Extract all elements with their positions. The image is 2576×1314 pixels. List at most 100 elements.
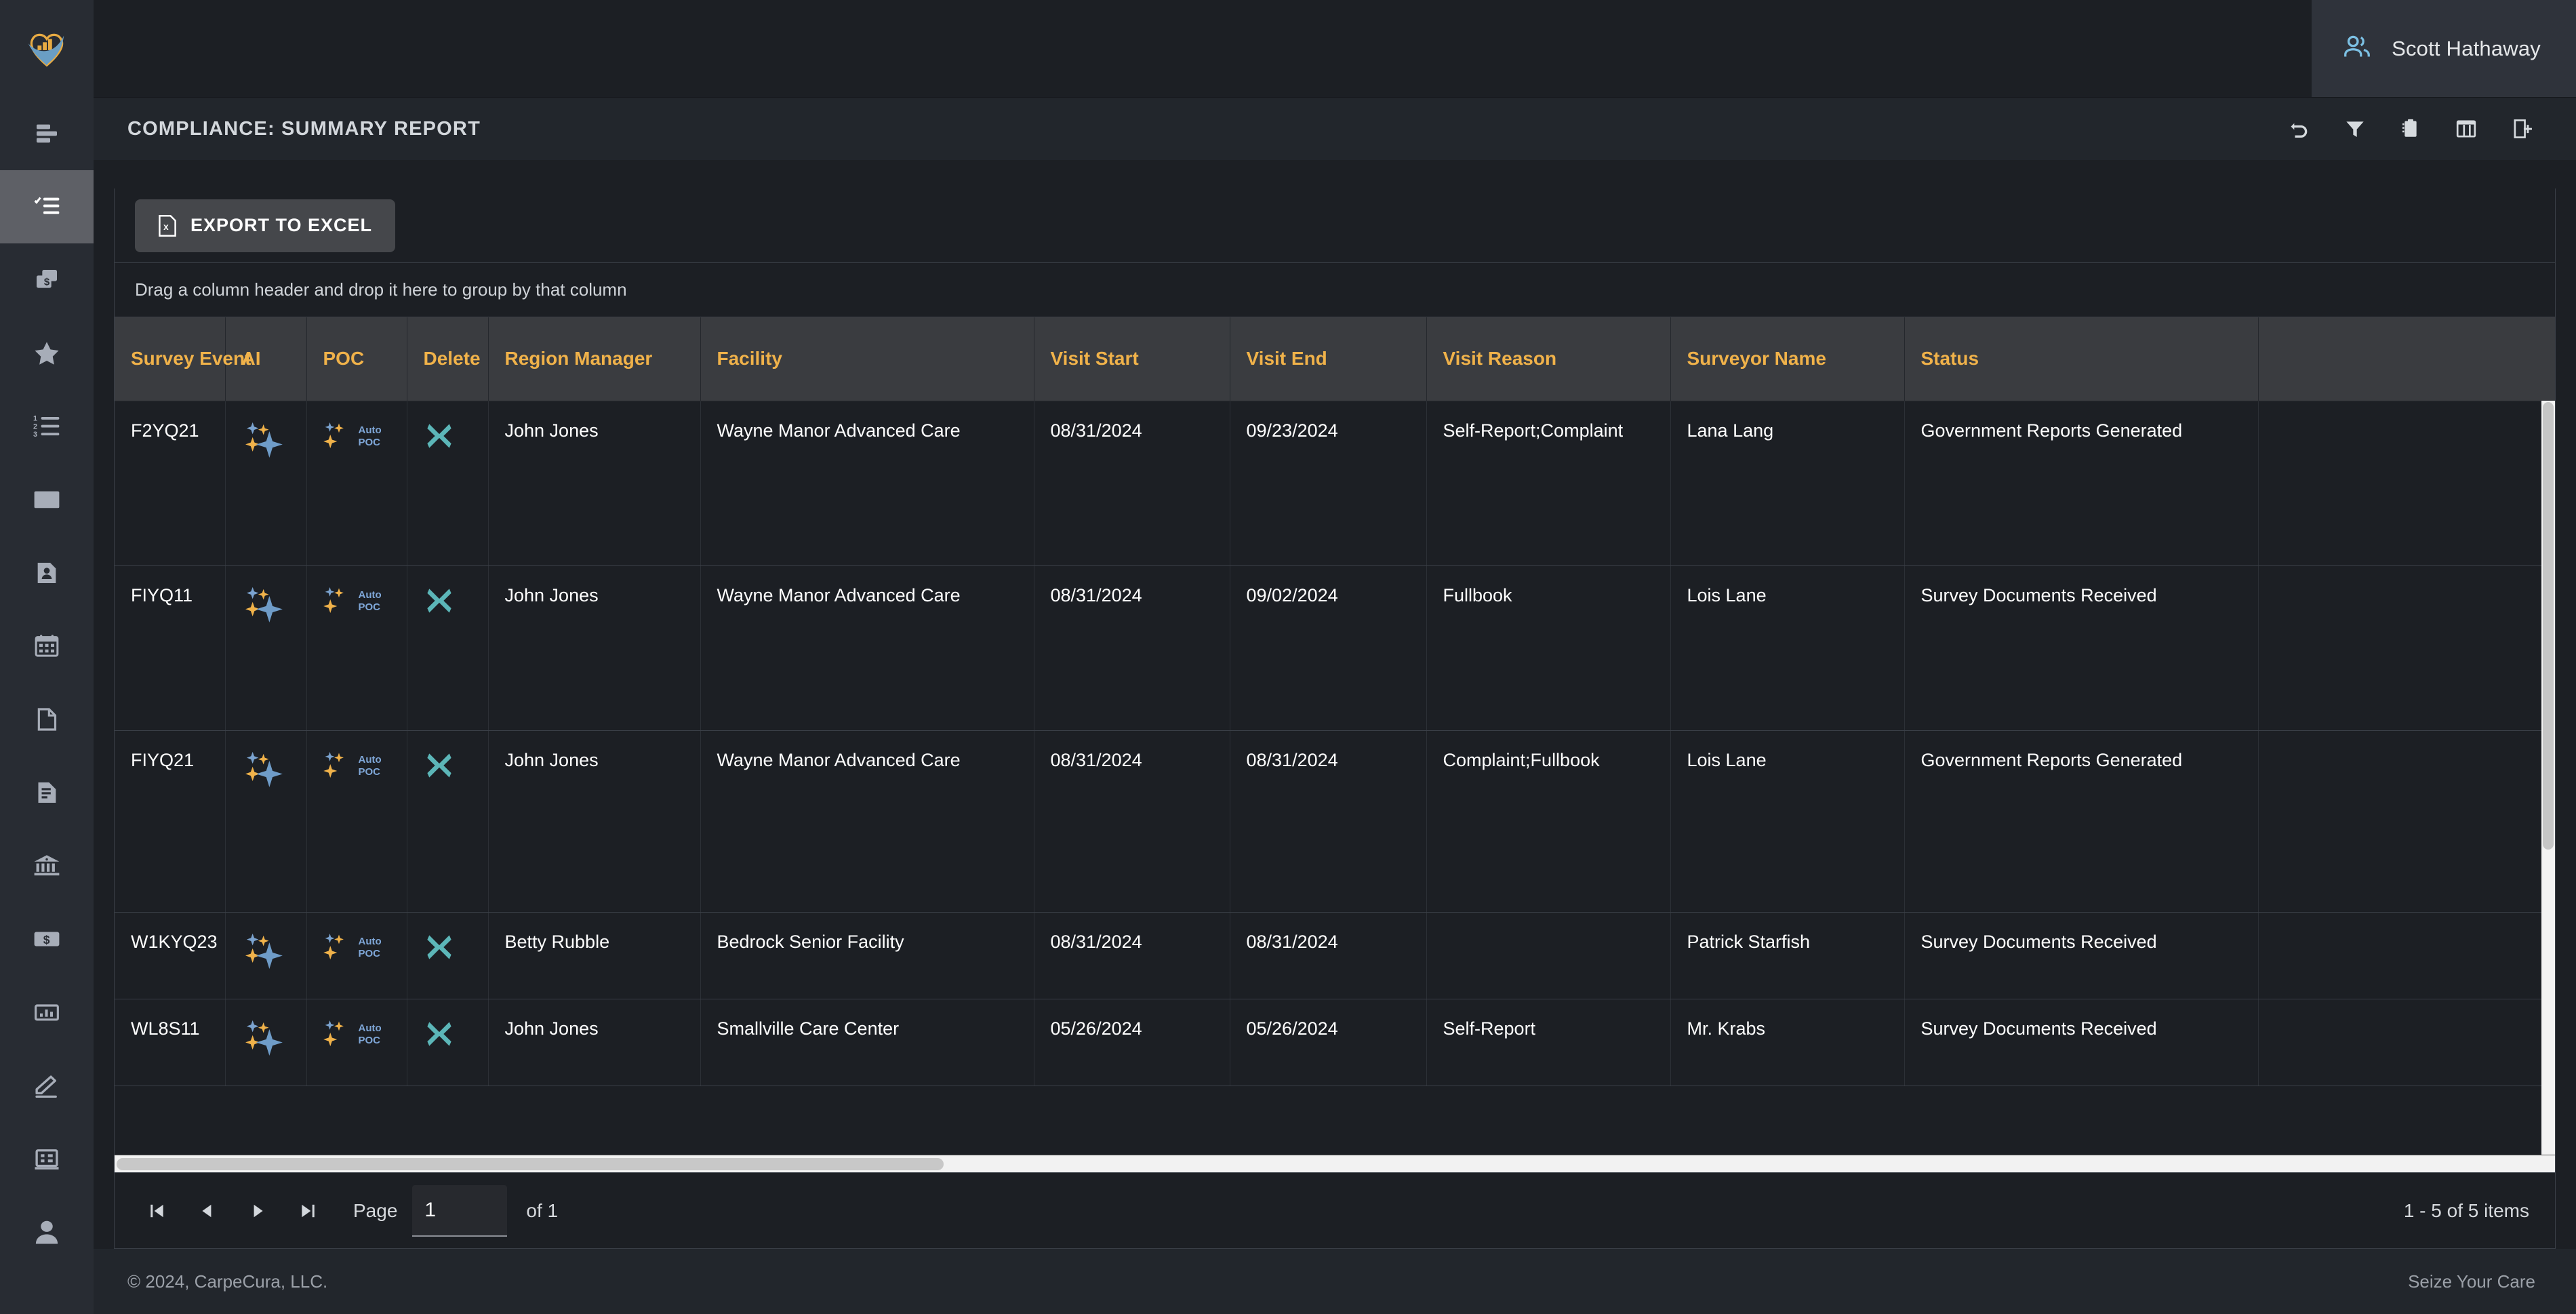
ai-sparkle-icon[interactable]	[242, 750, 291, 793]
grid-scroll-area: Survey Event AI POC Delete Region Manage…	[115, 317, 2555, 1155]
cell-facility: Wayne Manor Advanced Care	[700, 565, 1034, 731]
cell-ai[interactable]	[225, 912, 307, 999]
column-header-surveyor-name[interactable]: Surveyor Name	[1670, 317, 1905, 401]
table-button[interactable]	[2453, 115, 2480, 142]
ai-sparkle-icon[interactable]	[242, 1018, 291, 1062]
cell-poc[interactable]: Auto POC	[306, 912, 407, 999]
previous-page-icon	[202, 1204, 212, 1217]
sparkle-cluster	[245, 751, 283, 787]
column-header-visit-end[interactable]: Visit End	[1230, 317, 1427, 401]
sidebar-item-reports[interactable]	[0, 976, 94, 1049]
sidebar-item-blank-document[interactable]	[0, 683, 94, 756]
cell-ai[interactable]	[225, 730, 307, 913]
cell-poc[interactable]: Auto POC	[306, 730, 407, 913]
clipboard-icon	[2402, 119, 2417, 137]
sparkle-cluster	[245, 422, 283, 458]
ai-sparkle-icon[interactable]	[242, 932, 291, 975]
app-logo[interactable]	[0, 0, 94, 97]
sidebar-item-facilities[interactable]	[0, 1122, 94, 1195]
column-header-survey-event[interactable]: Survey Event	[115, 317, 251, 401]
cell-poc[interactable]: Auto POC	[306, 999, 407, 1086]
table-row[interactable]: FIYQ21 Auto POC John Jones Wayne Manor A…	[115, 730, 2555, 913]
pager: Page of 1 1 - 5 of 5 items	[115, 1172, 2555, 1248]
column-header-poc[interactable]: POC	[306, 317, 407, 401]
cell-filler	[2258, 565, 2555, 731]
sparkle-cluster-small	[323, 422, 344, 448]
cell-delete[interactable]	[407, 401, 489, 566]
cell-poc[interactable]: Auto POC	[306, 565, 407, 731]
delete-x-icon[interactable]	[424, 1018, 455, 1054]
x-mark	[426, 934, 451, 959]
sidebar-item-government[interactable]	[0, 829, 94, 902]
column-header-status[interactable]: Status	[1904, 317, 2259, 401]
cell-visit-end: 09/23/2024	[1230, 401, 1427, 566]
delete-x-icon[interactable]	[424, 750, 455, 786]
cell-delete[interactable]	[407, 730, 489, 913]
table-row[interactable]: W1KYQ23 Auto POC Betty Rubble Bedrock Se…	[115, 912, 2555, 999]
sidebar-item-mail[interactable]	[0, 463, 94, 536]
column-header-facility[interactable]: Facility	[700, 317, 1034, 401]
auto-poc-icon[interactable]: Auto POC	[323, 1018, 398, 1062]
first-page-button[interactable]	[132, 1186, 182, 1236]
sidebar-item-numbered-list[interactable]: 1 2 3	[0, 390, 94, 463]
sidebar-item-profile[interactable]	[0, 1195, 94, 1269]
column-header-visit-reason[interactable]: Visit Reason	[1426, 317, 1671, 401]
cell-survey-event: W1KYQ23	[115, 912, 226, 999]
cell-ai[interactable]	[225, 999, 307, 1086]
x-mark	[426, 753, 451, 778]
ai-sparkle-icon[interactable]	[242, 420, 291, 464]
add-document-button[interactable]	[2508, 115, 2535, 142]
pencil-icon	[35, 1075, 57, 1098]
cell-ai[interactable]	[225, 401, 307, 566]
sidebar-item-text-document[interactable]	[0, 756, 94, 829]
page-number-input[interactable]	[412, 1184, 508, 1237]
column-header-visit-start[interactable]: Visit Start	[1034, 317, 1230, 401]
table-row[interactable]: WL8S11 Auto POC John Jones Smallville Ca…	[115, 999, 2555, 1086]
delete-x-icon[interactable]	[424, 585, 455, 621]
delete-x-icon[interactable]	[424, 420, 455, 456]
cell-delete[interactable]	[407, 565, 489, 731]
auto-poc-icon[interactable]: Auto POC	[323, 932, 398, 975]
vertical-scrollbar[interactable]	[2541, 401, 2555, 1155]
sparkle-cluster-small	[323, 933, 344, 959]
vertical-scrollbar-thumb[interactable]	[2543, 402, 2554, 850]
sidebar-item-contacts[interactable]	[0, 536, 94, 610]
user-menu[interactable]: Scott Hathaway	[2312, 0, 2576, 97]
horizontal-scrollbar-thumb[interactable]	[117, 1158, 944, 1170]
cell-ai[interactable]	[225, 565, 307, 731]
report-card: x EXPORT TO EXCEL Drag a column header a…	[114, 188, 2556, 1249]
sidebar-item-signature[interactable]	[0, 1049, 94, 1122]
cell-poc[interactable]: Auto POC	[306, 401, 407, 566]
cell-visit-start: 08/31/2024	[1034, 730, 1230, 913]
delete-x-icon[interactable]	[424, 932, 455, 968]
next-page-button[interactable]	[233, 1186, 283, 1236]
table-row[interactable]: FIYQ11 Auto POC John Jones Wayne Manor A…	[115, 565, 2555, 731]
horizontal-scrollbar[interactable]	[115, 1155, 2555, 1172]
sidebar-item-calendar[interactable]	[0, 610, 94, 683]
undo-button[interactable]	[2286, 115, 2313, 142]
toolbar-icons	[2286, 115, 2535, 142]
last-page-button[interactable]	[283, 1186, 333, 1236]
sidebar-item-checklist[interactable]	[0, 170, 94, 243]
auto-poc-icon[interactable]: Auto POC	[323, 420, 398, 464]
cell-delete[interactable]	[407, 999, 489, 1086]
cell-delete[interactable]	[407, 912, 489, 999]
table-row[interactable]: F2YQ21 Auto POC John Jones Wayne Manor A…	[115, 401, 2555, 566]
clipboard-button[interactable]	[2397, 115, 2424, 142]
previous-page-button[interactable]	[182, 1186, 233, 1236]
sidebar-item-align-list[interactable]	[0, 97, 94, 170]
sidebar-item-finance[interactable]: $	[0, 902, 94, 976]
ai-sparkle-icon[interactable]	[242, 585, 291, 629]
sidebar-item-favorites[interactable]	[0, 317, 94, 390]
auto-poc-icon[interactable]: Auto POC	[323, 750, 398, 793]
auto-poc-icon[interactable]: Auto POC	[323, 585, 398, 629]
export-to-excel-button[interactable]: x EXPORT TO EXCEL	[135, 199, 396, 252]
column-header-region-manager[interactable]: Region Manager	[488, 317, 701, 401]
user-name: Scott Hathaway	[2392, 36, 2541, 60]
building-icon	[35, 1149, 59, 1170]
group-drop-zone[interactable]: Drag a column header and drop it here to…	[115, 263, 2555, 317]
add-document-icon	[2514, 119, 2532, 138]
column-header-delete[interactable]: Delete	[407, 317, 489, 401]
filter-button[interactable]	[2341, 115, 2369, 142]
sidebar-item-billing-copy[interactable]: $	[0, 243, 94, 317]
